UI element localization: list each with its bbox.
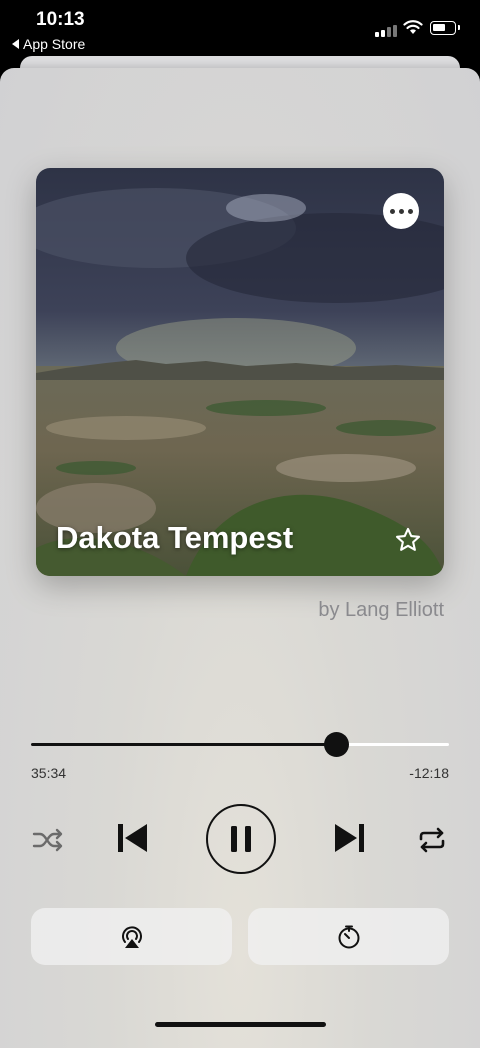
status-time: 10:13 <box>36 9 85 30</box>
progress-thumb[interactable] <box>324 732 350 757</box>
more-options-button[interactable] <box>383 193 419 229</box>
pause-button[interactable] <box>206 804 276 874</box>
back-to-app-link[interactable]: App Store <box>12 36 85 52</box>
progress-slider[interactable] <box>31 732 449 758</box>
wifi-icon <box>403 20 423 34</box>
repeat-icon <box>419 827 445 853</box>
sleep-timer-button[interactable] <box>248 908 449 965</box>
home-indicator[interactable] <box>155 1022 326 1027</box>
album-artwork: Dakota Tempest <box>36 168 444 576</box>
battery-icon <box>430 21 460 35</box>
next-button[interactable] <box>330 818 370 858</box>
time-elapsed: 35:34 <box>31 765 67 781</box>
artist-name: by Lang Elliott <box>318 599 444 621</box>
favorite-star-icon[interactable] <box>394 526 422 554</box>
skip-forward-icon <box>335 824 364 852</box>
status-bar: 10:13 App Store <box>0 0 480 58</box>
shuffle-button[interactable] <box>30 822 66 858</box>
artwork-image <box>36 168 444 576</box>
airplay-button[interactable] <box>31 908 232 965</box>
airplay-icon <box>121 925 142 948</box>
cellular-signal-icon <box>375 25 397 37</box>
back-app-label: App Store <box>23 36 86 52</box>
progress-played <box>31 743 337 746</box>
pause-icon <box>231 826 251 852</box>
skip-back-icon <box>118 824 147 852</box>
repeat-button[interactable] <box>414 822 450 858</box>
track-title: Dakota Tempest <box>56 520 294 555</box>
shuffle-icon <box>32 828 63 852</box>
sleep-timer-icon <box>338 925 359 948</box>
previous-button[interactable] <box>112 818 152 858</box>
back-arrow-icon <box>12 39 19 49</box>
more-icon <box>389 208 395 214</box>
time-remaining: -12:18 <box>409 765 449 781</box>
